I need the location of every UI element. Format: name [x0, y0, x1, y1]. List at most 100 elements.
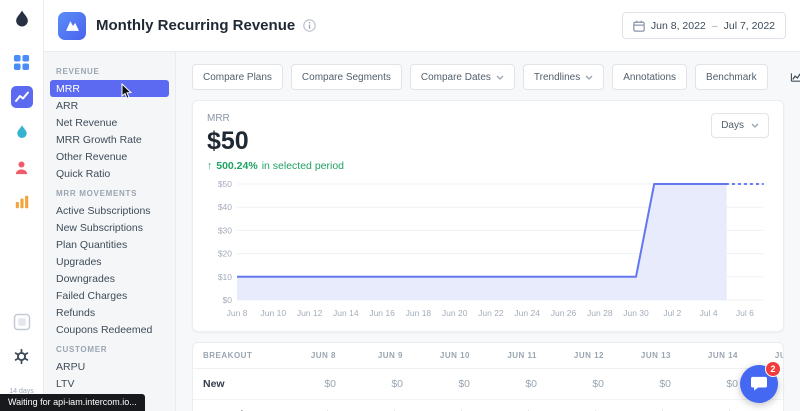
- metrics-icon[interactable]: [10, 85, 34, 109]
- trendlines-button[interactable]: Trendlines: [522, 64, 605, 90]
- compare-segments-button[interactable]: Compare Segments: [290, 64, 402, 90]
- info-icon[interactable]: [303, 19, 316, 32]
- sidebar-item-new-subscriptions[interactable]: New Subscriptions: [50, 219, 169, 236]
- dashboard-grid-icon[interactable]: [10, 50, 34, 74]
- svg-text:$40: $40: [218, 202, 232, 212]
- breakout-cell: $0: [413, 400, 480, 411]
- sidebar-section-revenue: REVENUE: [56, 67, 100, 76]
- breakout-cell: $0: [346, 400, 413, 411]
- breakout-cell: $0: [547, 400, 614, 411]
- settings-gear-icon[interactable]: [10, 345, 34, 369]
- chevron-down-icon: [751, 123, 759, 128]
- svg-text:Jun 16: Jun 16: [369, 308, 395, 318]
- metric-change-text: in selected period: [261, 160, 345, 172]
- sidebar-item-refunds[interactable]: Refunds: [50, 304, 169, 321]
- sidebar-item-net-revenue[interactable]: Net Revenue: [50, 114, 169, 131]
- sidebar-item-upgrades[interactable]: Upgrades: [50, 253, 169, 270]
- svg-text:$30: $30: [218, 225, 232, 235]
- mrr-trend-chart[interactable]: $0 $10 $20 $30 $40 $50 Jun 8 Jun 10 Jun 12 Jun 14…: [207, 176, 771, 322]
- breakout-cell: $0: [681, 400, 748, 411]
- breakout-cell: $0: [413, 369, 480, 400]
- svg-text:Jun 28: Jun 28: [587, 308, 613, 318]
- date-range-separator: –: [711, 19, 718, 32]
- sidebar-item-arr[interactable]: ARR: [50, 97, 169, 114]
- breakout-header-row: BREAKOUT JUN 8 JUN 9 JUN 10 JUN 11 JUN 1…: [193, 343, 783, 369]
- page-title: Monthly Recurring Revenue: [96, 17, 296, 34]
- table-row[interactable]: Expansion $0 $0 $0 $0 $0 $0 $0 $0: [193, 400, 783, 411]
- date-range-start: Jun 8, 2022: [650, 19, 706, 32]
- breakout-row-label: Expansion: [193, 400, 279, 411]
- sidebar-item-downgrades[interactable]: Downgrades: [50, 270, 169, 287]
- date-range-picker[interactable]: Jun 8, 2022 – Jul 7, 2022: [621, 12, 786, 39]
- reports-icon[interactable]: [10, 190, 34, 214]
- chat-unread-badge: 2: [765, 361, 781, 377]
- sidebar-item-quick-ratio[interactable]: Quick Ratio: [50, 165, 169, 182]
- breakout-cell: $0: [480, 400, 547, 411]
- apps-box-icon[interactable]: [10, 310, 34, 334]
- svg-text:$50: $50: [218, 179, 232, 189]
- sidebar-item-arpu[interactable]: ARPU: [50, 358, 169, 375]
- breakout-column-header: JUN 10: [413, 343, 480, 369]
- mrr-chart-card: MRR $50 ↑ 500.24% in selected period Day…: [192, 100, 784, 332]
- breakout-cell: $0: [279, 400, 346, 411]
- breakout-cell: $0: [681, 369, 748, 400]
- browser-status-bar: Waiting for api-iam.intercom.io...: [0, 394, 145, 411]
- sidebar-item-ltv[interactable]: LTV: [50, 375, 169, 392]
- svg-text:Jun 20: Jun 20: [442, 308, 468, 318]
- breakout-column-header: JUN 9: [346, 343, 413, 369]
- forecast-drop-icon[interactable]: [10, 120, 34, 144]
- customers-icon[interactable]: [10, 155, 34, 179]
- metric-change: ↑ 500.24% in selected period: [207, 160, 344, 172]
- svg-text:Jul 4: Jul 4: [700, 308, 718, 318]
- main-content: Compare Plans Compare Segments Compare D…: [176, 52, 800, 411]
- svg-text:Jun 14: Jun 14: [333, 308, 359, 318]
- svg-text:Jun 8: Jun 8: [227, 308, 248, 318]
- breakout-column-header: JUN 14: [681, 343, 748, 369]
- svg-text:Jun 10: Jun 10: [261, 308, 287, 318]
- sidebar-item-coupons-redeemed[interactable]: Coupons Redeemed: [50, 321, 169, 338]
- sidebar-item-mrr[interactable]: MRR: [50, 80, 169, 97]
- breakout-row-label: New: [193, 369, 279, 400]
- breakout-column-header: JUN 13: [614, 343, 681, 369]
- breakout-cell: $0: [279, 369, 346, 400]
- sidebar-item-plan-quantities[interactable]: Plan Quantities: [50, 236, 169, 253]
- breakout-column-header: BREAKOUT: [193, 343, 279, 369]
- benchmark-button[interactable]: Benchmark: [695, 64, 768, 90]
- compare-plans-button[interactable]: Compare Plans: [192, 64, 283, 90]
- chat-bubble-icon: [750, 376, 768, 392]
- chevron-down-icon: [496, 75, 504, 80]
- svg-text:$10: $10: [218, 272, 232, 282]
- breakout-cell: $0: [480, 369, 547, 400]
- metric-value: $50: [207, 127, 249, 155]
- svg-text:Jun 18: Jun 18: [406, 308, 432, 318]
- baremetrics-logo-icon[interactable]: [12, 9, 32, 34]
- sidebar-item-active-subscriptions[interactable]: Active Subscriptions: [50, 202, 169, 219]
- metric-change-percent: 500.24%: [216, 160, 258, 172]
- svg-text:Jul 6: Jul 6: [736, 308, 754, 318]
- calendar-icon: [633, 20, 645, 32]
- annotations-button[interactable]: Annotations: [612, 64, 688, 90]
- sidebar-item-other-revenue[interactable]: Other Revenue: [50, 148, 169, 165]
- graph-view-button[interactable]: Graph: [790, 71, 800, 83]
- svg-text:Jun 22: Jun 22: [478, 308, 504, 318]
- sidebar-item-mrr-growth-rate[interactable]: MRR Growth Rate: [50, 131, 169, 148]
- page-header: Monthly Recurring Revenue Jun 8, 2022 – …: [44, 0, 800, 52]
- metrics-product-logo-icon: [58, 11, 86, 40]
- metrics-sidebar: REVENUE MRR ARR Net Revenue MRR Growth R…: [44, 52, 176, 411]
- chart-toolbar: Compare Plans Compare Segments Compare D…: [192, 64, 800, 90]
- svg-text:Jun 26: Jun 26: [551, 308, 577, 318]
- graph-icon: [790, 72, 800, 83]
- table-row[interactable]: New $0 $0 $0 $0 $0 $0 $0 $0: [193, 369, 783, 400]
- sidebar-item-failed-charges[interactable]: Failed Charges: [50, 287, 169, 304]
- sidebar-section-customer: CUSTOMER: [56, 345, 108, 354]
- breakout-cell: $0: [547, 369, 614, 400]
- breakout-cell: $0: [614, 400, 681, 411]
- app-rail: 14 days left: [0, 0, 44, 411]
- intercom-chat-button[interactable]: 2: [740, 361, 781, 403]
- interval-select[interactable]: Days: [711, 113, 769, 138]
- svg-text:Jun 12: Jun 12: [297, 308, 323, 318]
- breakout-column-header: JUN 8: [279, 343, 346, 369]
- metric-label: MRR: [207, 113, 230, 124]
- compare-dates-button[interactable]: Compare Dates: [409, 64, 515, 90]
- arrow-up-icon: ↑: [207, 160, 213, 172]
